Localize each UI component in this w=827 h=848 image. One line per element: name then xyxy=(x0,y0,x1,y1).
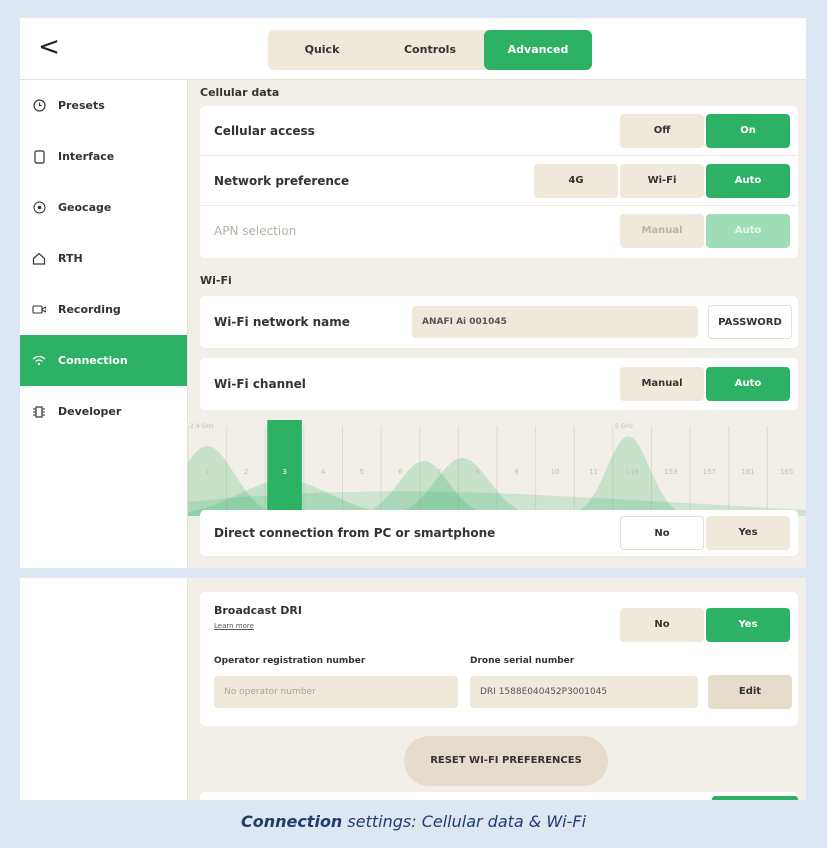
sidebar-continuation xyxy=(20,578,188,800)
top-bar: < Quick Controls Advanced xyxy=(20,18,806,80)
operator-number-field[interactable]: No operator number xyxy=(214,676,458,708)
cellular-access-row: Cellular access Off On xyxy=(200,106,798,156)
sidebar-item-label: Interface xyxy=(58,150,115,163)
drone-serial-label: Drone serial number xyxy=(470,656,575,666)
direct-connection-label: Direct connection from PC or smartphone xyxy=(214,526,496,540)
dri-card: Broadcast DRI Learn more No Yes Operator… xyxy=(200,592,798,726)
wifi-channel-card: Wi-Fi channel Manual Auto xyxy=(200,358,798,410)
channel-label: 3 xyxy=(282,468,286,476)
settings-panel: < Quick Controls Advanced Presets Interf… xyxy=(20,18,806,568)
sidebar-item-geocage[interactable]: Geocage xyxy=(20,182,187,233)
sidebar-item-developer[interactable]: Developer xyxy=(20,386,187,437)
dri-no-button[interactable]: No xyxy=(620,608,704,642)
next-toggle-edge xyxy=(712,796,798,800)
camera-icon xyxy=(32,303,46,317)
home-icon xyxy=(32,252,46,266)
cellular-on-button[interactable]: On xyxy=(706,114,790,148)
wifi-channel-label: Wi-Fi channel xyxy=(214,377,306,391)
dri-panel: Broadcast DRI Learn more No Yes Operator… xyxy=(20,578,806,800)
tab-advanced[interactable]: Advanced xyxy=(484,30,592,70)
channel-label: 165 xyxy=(780,468,793,476)
network-preference-row: Network preference 4G Wi-Fi Auto xyxy=(200,156,798,206)
apn-selection-row: APN selection Manual Auto xyxy=(200,206,798,256)
sidebar: Presets Interface Geocage RTH Recording … xyxy=(20,80,188,568)
channel-label: 9 xyxy=(514,468,518,476)
sidebar-item-label: Developer xyxy=(58,405,122,418)
sidebar-item-label: Geocage xyxy=(58,201,112,214)
channel-label: 10 xyxy=(550,468,559,476)
broadcast-dri-label: Broadcast DRI xyxy=(214,604,302,617)
dri-yes-button[interactable]: Yes xyxy=(706,608,790,642)
next-card-edge xyxy=(200,792,798,800)
channel-label: 7 xyxy=(437,468,441,476)
cellular-card: Cellular access Off On Network preferenc… xyxy=(200,106,798,258)
wifi-name-field[interactable]: ANAFI Ai 001045 xyxy=(412,306,698,338)
clock-icon xyxy=(32,99,46,113)
sidebar-item-label: Presets xyxy=(58,99,105,112)
channel-label: 153 xyxy=(664,468,677,476)
sidebar-item-label: Recording xyxy=(58,303,121,316)
channel-label: 4 xyxy=(321,468,326,476)
direct-no-button[interactable]: No xyxy=(620,516,704,550)
band-label-24: 2.4 GHz xyxy=(190,423,214,430)
drone-serial-field[interactable]: DRI 1588E040452P3001045 xyxy=(470,676,698,708)
figure-caption: Connection settings: Cellular data & Wi-… xyxy=(0,812,827,831)
cellular-access-label: Cellular access xyxy=(214,124,315,138)
sidebar-item-recording[interactable]: Recording xyxy=(20,284,187,335)
channel-label: 11 xyxy=(589,468,598,476)
network-wifi-button[interactable]: Wi-Fi xyxy=(620,164,704,198)
channel-spectrum: 1 2 3 4 5 6 7 8 9 10 11 149 153 157 161 165 2.4 GHz 5 GHz xyxy=(137,416,806,516)
operator-number-label: Operator registration number xyxy=(214,656,366,666)
tab-controls[interactable]: Controls xyxy=(376,30,484,70)
wifi-name-card: Wi-Fi network name ANAFI Ai 001045 PASSW… xyxy=(200,296,798,348)
phone-icon xyxy=(32,149,46,164)
direct-connection-card: Direct connection from PC or smartphone … xyxy=(200,510,798,556)
learn-more-link[interactable]: Learn more xyxy=(214,622,254,630)
network-preference-label: Network preference xyxy=(214,174,350,188)
caption-bold: Connection xyxy=(240,812,343,831)
chip-icon xyxy=(32,405,46,419)
channel-label: 6 xyxy=(398,468,403,476)
reset-wifi-button[interactable]: RESET WI-FI PREFERENCES xyxy=(404,736,608,786)
network-auto-button[interactable]: Auto xyxy=(706,164,790,198)
cellular-off-button[interactable]: Off xyxy=(620,114,704,148)
channel-label: 2 xyxy=(244,468,248,476)
apn-manual-button[interactable]: Manual xyxy=(620,214,704,248)
section-title-wifi: Wi-Fi xyxy=(200,274,232,287)
sidebar-item-connection[interactable]: Connection xyxy=(20,335,187,386)
channel-label: 1 xyxy=(205,468,209,476)
band-label-5: 5 GHz xyxy=(615,423,633,430)
password-button[interactable]: PASSWORD xyxy=(708,305,792,339)
tab-quick[interactable]: Quick xyxy=(268,30,376,70)
sidebar-item-interface[interactable]: Interface xyxy=(20,131,187,182)
target-icon xyxy=(32,201,46,215)
wifi-icon xyxy=(32,354,46,368)
section-title-cellular: Cellular data xyxy=(200,86,280,99)
network-4g-button[interactable]: 4G xyxy=(534,164,618,198)
channel-label: 161 xyxy=(741,468,754,476)
mode-tabs: Quick Controls Advanced xyxy=(268,30,592,70)
channel-manual-button[interactable]: Manual xyxy=(620,367,704,401)
sidebar-item-label: Connection xyxy=(58,354,128,367)
edit-button[interactable]: Edit xyxy=(708,675,792,709)
sidebar-item-rth[interactable]: RTH xyxy=(20,233,187,284)
channel-spectrum-graph: 1 2 3 4 5 6 7 8 9 10 11 149 153 157 161 165 2.4 GHz 5 GHz xyxy=(137,416,806,516)
direct-yes-button[interactable]: Yes xyxy=(706,516,790,550)
channel-label: 149 xyxy=(626,468,639,476)
apn-auto-button[interactable]: Auto xyxy=(706,214,790,248)
apn-selection-label: APN selection xyxy=(214,224,297,238)
channel-label: 157 xyxy=(703,468,716,476)
channel-label: 5 xyxy=(360,468,364,476)
channel-auto-button[interactable]: Auto xyxy=(706,367,790,401)
caption-text: settings: Cellular data & Wi-Fi xyxy=(342,812,587,831)
back-icon[interactable]: < xyxy=(34,32,64,62)
wifi-name-label: Wi-Fi network name xyxy=(214,315,350,329)
sidebar-item-presets[interactable]: Presets xyxy=(20,80,187,131)
channel-label: 8 xyxy=(475,468,479,476)
sidebar-item-label: RTH xyxy=(58,252,83,265)
